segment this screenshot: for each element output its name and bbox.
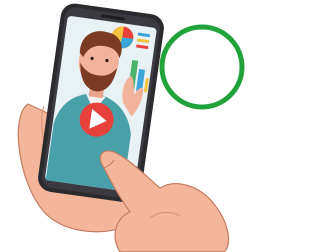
illustration — [0, 0, 263, 252]
overlay-circle-badge — [159, 24, 245, 110]
hand-phone-video-scene — [17, 3, 245, 252]
smartphone — [38, 3, 164, 203]
